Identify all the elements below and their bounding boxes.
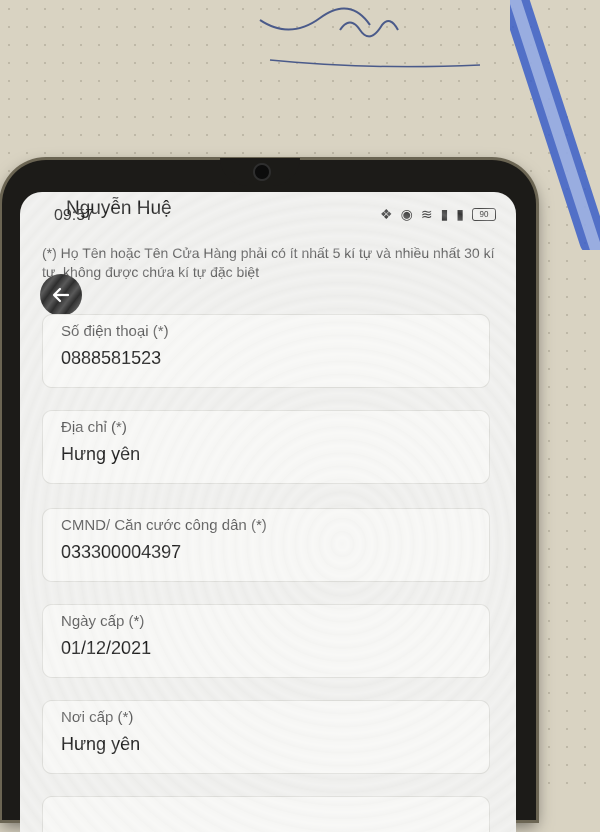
phone-number-field[interactable]: Số điện thoại (*) 0888581523 xyxy=(42,314,490,388)
handwriting-scribble xyxy=(259,7,481,68)
signal-icon: ▮ xyxy=(440,206,449,222)
validation-note: (*) Họ Tên hoặc Tên Cửa Hàng phải có ít … xyxy=(42,245,495,280)
vibrate-icon: ❖ xyxy=(380,206,393,222)
phone-screen: 09:57 ❖ ◉ ≋ ▮ ▮ 90 Nguyễn Huệ (*) Họ Tên… xyxy=(20,192,516,832)
signal-icon: ▮ xyxy=(456,206,464,222)
next-field[interactable] xyxy=(42,796,490,832)
wifi-icon: ≋ xyxy=(420,206,433,222)
field-value[interactable]: 033300004397 xyxy=(61,542,181,563)
field-label: Địa chỉ (*) xyxy=(61,419,127,436)
field-label: CMND/ Căn cước công dân (*) xyxy=(61,517,267,534)
field-value[interactable]: 0888581523 xyxy=(61,348,161,369)
field-label: Nơi cấp (*) xyxy=(61,709,134,726)
location-icon: ◉ xyxy=(400,206,413,222)
page-title: Nguyễn Huệ xyxy=(66,198,172,219)
field-label: Số điện thoại (*) xyxy=(61,323,169,340)
field-value[interactable]: 01/12/2021 xyxy=(61,638,151,659)
back-arrow-icon xyxy=(52,287,70,303)
id-card-field[interactable]: CMND/ Căn cước công dân (*) 033300004397 xyxy=(42,508,490,582)
front-camera xyxy=(253,163,271,181)
back-button[interactable] xyxy=(40,274,82,316)
address-field[interactable]: Địa chỉ (*) Hưng yên xyxy=(42,410,490,484)
field-label: Ngày cấp (*) xyxy=(61,613,145,630)
battery-icon: 90 xyxy=(472,208,496,221)
field-value[interactable]: Hưng yên xyxy=(61,444,140,465)
issue-date-field[interactable]: Ngày cấp (*) 01/12/2021 xyxy=(42,604,490,678)
phone-frame: 09:57 ❖ ◉ ≋ ▮ ▮ 90 Nguyễn Huệ (*) Họ Tên… xyxy=(2,158,536,832)
issue-place-field[interactable]: Nơi cấp (*) Hưng yên xyxy=(42,700,490,774)
field-value[interactable]: Hưng yên xyxy=(61,734,140,755)
status-icons: ❖ ◉ ≋ ▮ ▮ 90 xyxy=(380,206,496,223)
